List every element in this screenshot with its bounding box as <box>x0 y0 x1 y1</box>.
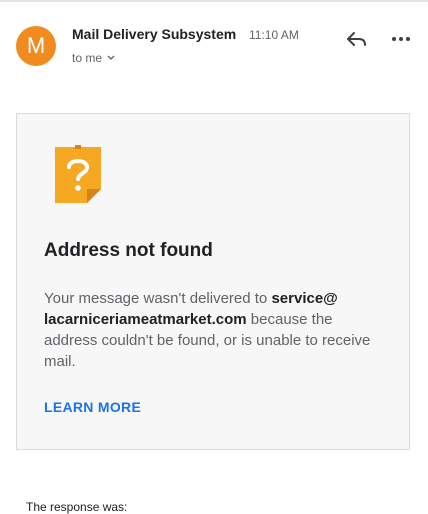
notice-title: Address not found <box>44 240 213 261</box>
sender-avatar[interactable]: M <box>16 26 56 66</box>
message-prefix: Your message wasn't delivered to <box>44 290 272 307</box>
chevron-down-icon <box>107 53 115 64</box>
received-time: 11:10 AM <box>249 28 299 42</box>
recipient-label: to me <box>72 51 103 65</box>
question-note-icon <box>53 145 103 205</box>
top-divider <box>0 0 428 2</box>
notice-message: Your message wasn't delivered to service… <box>44 288 384 372</box>
learn-more-link[interactable]: LEARN MORE <box>44 399 141 415</box>
bounce-notice-card: Address not found Your message wasn't de… <box>16 113 410 450</box>
more-dot <box>406 37 410 41</box>
recipient-details-toggle[interactable]: to me <box>72 51 115 65</box>
more-vert-icon <box>392 37 396 41</box>
recipient-address-part1: service@ <box>271 290 338 307</box>
sender-name: Mail Delivery Subsystem <box>72 26 237 42</box>
more-dot <box>399 37 403 41</box>
reply-icon <box>347 32 366 46</box>
reply-button[interactable] <box>344 26 370 52</box>
more-options-button[interactable] <box>389 26 413 52</box>
recipient-address-part2: lacarniceriameatmarket.com <box>44 311 247 328</box>
